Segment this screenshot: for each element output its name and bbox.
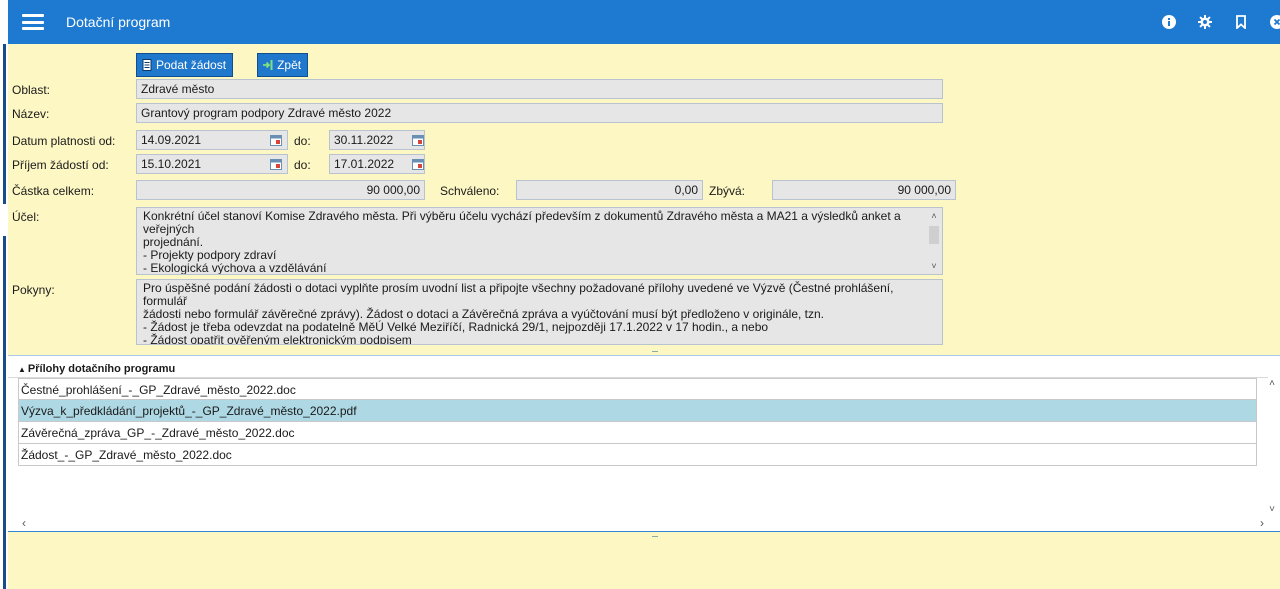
attachments-panel: ▲ Přílohy dotačního programu Čestné_prohl… (8, 356, 1280, 532)
splitter-grip[interactable] (652, 536, 658, 537)
info-icon[interactable] (1162, 15, 1176, 29)
gear-icon[interactable] (1198, 15, 1212, 29)
left-edge-line (3, 44, 6, 589)
zbyva-field[interactable]: 90 000,00 (772, 180, 956, 200)
header-actions (1140, 0, 1280, 44)
calendar-icon[interactable] (412, 158, 424, 170)
castka-label: Částka celkem: (12, 184, 95, 198)
bottom-panel (8, 532, 1280, 589)
platnost-label: Datum platnosti od: (12, 134, 116, 148)
scroll-right-icon[interactable]: › (1256, 516, 1268, 530)
pokyny-line: - Žádost opatřit ověřeným elektronickým … (143, 333, 412, 345)
nazev-label: Název: (12, 107, 50, 121)
attachments-vscrollbar[interactable]: ˄ ˅ (1266, 378, 1278, 516)
oblast-label: Oblast: (12, 83, 51, 97)
calendar-icon[interactable] (412, 134, 424, 146)
app-title: Dotační program (66, 14, 171, 30)
pokyny-textarea[interactable]: Pro úspěšné podání žádosti o dotaci vypl… (136, 279, 943, 345)
left-edge-mark (3, 204, 6, 236)
scroll-down-icon[interactable]: ˅ (928, 260, 940, 272)
attachment-row-selected[interactable]: Výzva_k_předkládání_projektů_-_GP_Zdravé… (18, 400, 1257, 422)
attachment-row[interactable]: Žádost_-_GP_Zdravé_město_2022.doc (18, 444, 1257, 466)
platnost-do-label: do: (294, 134, 311, 148)
attachments-header-label: Přílohy dotačního programu (27, 363, 176, 375)
nazev-field[interactable]: Grantový program podpory Zdravé město 20… (136, 103, 943, 123)
ucel-line: - Ekologická výchova a vzdělávání (143, 261, 327, 275)
schvaleno-field[interactable]: 0,00 (516, 180, 703, 200)
calendar-icon[interactable] (270, 158, 282, 170)
castka-field[interactable]: 90 000,00 (136, 180, 425, 200)
exit-icon (262, 59, 274, 71)
scroll-up-icon[interactable]: ˄ (1266, 378, 1278, 390)
scrollbar-thumb[interactable] (929, 226, 939, 244)
platnost-od-field[interactable]: 14.09.2021 (136, 130, 288, 150)
scroll-down-icon[interactable]: ˅ (1266, 504, 1278, 516)
scroll-up-icon[interactable]: ˄ (928, 210, 940, 222)
form-toolbar: Podat žádost Zpět (136, 53, 309, 77)
platnost-do-field[interactable]: 30.11.2022 (329, 130, 425, 150)
pokyny-label: Pokyny: (12, 283, 55, 297)
prijem-label: Příjem žádostí od: (12, 158, 109, 172)
ucel-label: Účel: (12, 210, 40, 224)
prijem-od-field[interactable]: 15.10.2021 (136, 154, 288, 174)
collapse-icon[interactable]: ▲ (18, 365, 26, 374)
ucel-textarea[interactable]: Konkrétní účel stanoví Komise Zdravého m… (136, 207, 943, 275)
splitter-grip[interactable] (652, 351, 658, 352)
attachments-header[interactable]: ▲ Přílohy dotačního programu (8, 360, 1268, 378)
pokyny-line: Pro úspěšné podání žádosti o dotaci vypl… (143, 281, 894, 308)
zbyva-label: Zbývá: (709, 184, 746, 198)
ucel-line: Konkrétní účel stanoví Komise Zdravého m… (143, 209, 901, 236)
attachments-hscrollbar[interactable]: ‹ › (18, 516, 1268, 530)
scroll-left-icon[interactable]: ‹ (18, 516, 30, 530)
schvaleno-label: Schváleno: (440, 184, 500, 198)
back-label: Zpět (277, 58, 302, 72)
oblast-field[interactable]: Zdravé město (136, 79, 943, 99)
document-icon (141, 59, 153, 71)
app-header: Dotační program (8, 0, 1280, 44)
attachment-row[interactable]: Závěrečná_zpráva_GP_-_Zdravé_město_2022.… (18, 422, 1257, 444)
attachment-row[interactable]: Čestné_prohlášení_-_GP_Zdravé_město_2022… (18, 378, 1257, 400)
submit-application-button[interactable]: Podat žádost (136, 53, 234, 77)
menu-icon[interactable] (22, 14, 44, 30)
prijem-do-field[interactable]: 17.01.2022 (329, 154, 425, 174)
calendar-icon[interactable] (270, 134, 282, 146)
close-icon[interactable] (1270, 15, 1280, 29)
program-form: Podat žádost Zpět Oblast: Zdravé město N… (8, 44, 1280, 348)
ucel-scrollbar[interactable]: ˄ ˅ (928, 210, 940, 272)
submit-application-label: Podat žádost (156, 58, 227, 72)
panel-splitter[interactable] (8, 348, 1280, 356)
attachments-list: Čestné_prohlášení_-_GP_Zdravé_město_2022… (18, 378, 1257, 466)
back-button[interactable]: Zpět (257, 53, 309, 77)
bookmark-icon[interactable] (1234, 15, 1248, 29)
left-edge (0, 0, 8, 589)
prijem-do-label: do: (294, 158, 311, 172)
